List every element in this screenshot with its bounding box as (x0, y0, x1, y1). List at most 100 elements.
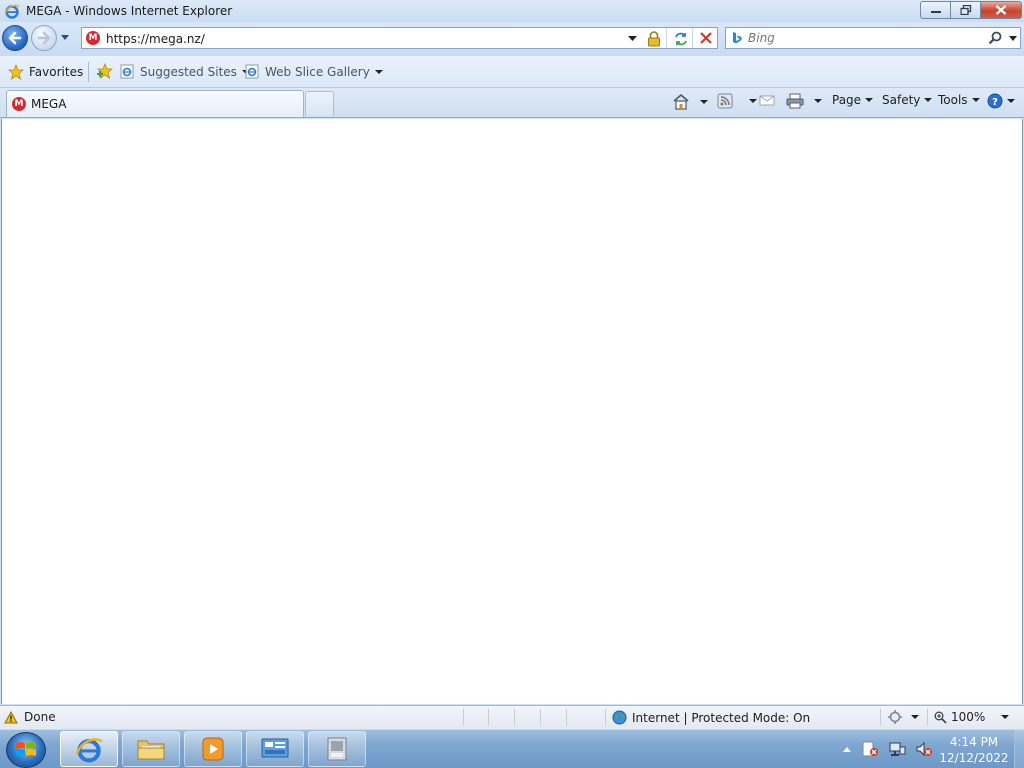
taskbar-clock[interactable]: 4:14 PM 12/12/2022 (938, 734, 1010, 766)
recent-pages-dropdown-icon[interactable] (60, 34, 70, 42)
chevron-down-icon[interactable] (700, 99, 708, 104)
restore-button[interactable] (950, 1, 980, 19)
safety-menu-label: Safety (882, 93, 921, 107)
back-button[interactable] (2, 25, 28, 51)
taskbar-windows-explorer[interactable] (122, 731, 180, 767)
search-box[interactable] (725, 27, 1021, 49)
status-pane-divider (463, 709, 464, 726)
page-menu-label: Page (832, 93, 862, 107)
tools-menu-button[interactable]: Tools (938, 93, 980, 107)
status-pane-divider (488, 709, 489, 726)
ie-logo-icon (75, 738, 103, 763)
page-content[interactable] (1, 119, 1023, 704)
new-tab-button[interactable] (305, 91, 334, 116)
popup-settings-button[interactable] (888, 710, 919, 724)
add-favorites-icon (96, 63, 114, 79)
search-input[interactable] (748, 30, 978, 46)
back-arrow-icon (8, 31, 22, 45)
security-zone[interactable]: Internet | Protected Mode: On (612, 710, 810, 725)
taskbar-control-panel[interactable] (246, 731, 304, 767)
chevron-down-icon[interactable] (1001, 715, 1010, 719)
network-icon[interactable] (888, 741, 906, 757)
status-bar: Done Internet | Protected Mode: On 100% (0, 705, 1024, 729)
forward-arrow-icon (37, 31, 51, 45)
taskbar-application[interactable] (308, 731, 366, 767)
navigation-bar: M https://mega.nz/ (0, 22, 1024, 56)
address-separator (692, 28, 693, 48)
search-icon[interactable] (988, 31, 1002, 45)
minimize-icon (930, 11, 941, 13)
restore-icon (960, 5, 971, 15)
ie-page-icon (245, 64, 259, 79)
window-controls (920, 1, 1022, 19)
favorites-label: Favorites (29, 65, 84, 79)
favorites-button[interactable]: Favorites (8, 64, 83, 80)
forward-button[interactable] (31, 25, 57, 51)
ie-page-icon (120, 64, 134, 79)
zoom-level: 100% (951, 710, 986, 724)
taskbar-media-player[interactable] (184, 731, 242, 767)
web-slice-gallery-button[interactable]: Web Slice Gallery (245, 64, 383, 79)
ie-logo-icon (4, 4, 20, 19)
action-center-icon[interactable] (861, 741, 879, 757)
page-menu-button[interactable]: Page (832, 93, 874, 107)
suggested-sites-button[interactable]: Suggested Sites (120, 64, 250, 79)
stop-icon[interactable] (699, 31, 713, 45)
read-mail-button[interactable] (759, 93, 775, 107)
zoom-control[interactable]: 100% (934, 710, 1010, 724)
print-button[interactable] (786, 93, 822, 109)
show-desktop-button[interactable] (1014, 730, 1024, 768)
application-icon (327, 737, 347, 761)
volume-muted-icon[interactable] (915, 741, 933, 757)
refresh-icon[interactable] (673, 31, 689, 47)
address-separator (666, 28, 667, 48)
close-icon (995, 5, 1007, 15)
address-bar[interactable]: M https://mega.nz/ (81, 27, 718, 49)
minimize-button[interactable] (920, 1, 950, 19)
warning-icon[interactable] (4, 710, 18, 724)
search-options-dropdown-icon[interactable] (1009, 36, 1017, 41)
chevron-down-icon (971, 98, 980, 102)
taskbar: 4:14 PM 12/12/2022 (0, 729, 1024, 768)
chevron-down-icon[interactable] (749, 99, 757, 103)
status-pane-divider (514, 709, 515, 726)
close-button[interactable] (980, 1, 1022, 19)
suggested-sites-label: Suggested Sites (140, 64, 237, 79)
home-icon (673, 93, 689, 110)
print-icon (786, 93, 804, 109)
address-dropdown-icon[interactable] (628, 36, 637, 42)
address-url[interactable]: https://mega.nz/ (106, 32, 205, 46)
zoom-icon (934, 711, 947, 724)
help-icon: ? (987, 93, 1003, 109)
folder-icon (137, 740, 165, 760)
chevron-down-icon (374, 69, 383, 74)
status-text: Done (24, 710, 56, 724)
add-to-favorites-bar-button[interactable] (96, 63, 114, 79)
chevron-down-icon (911, 715, 919, 719)
status-pane-divider (540, 709, 541, 726)
system-tray (842, 734, 933, 764)
tab-mega[interactable]: M MEGA (6, 90, 304, 117)
globe-icon (612, 710, 627, 725)
control-panel-icon (261, 738, 289, 758)
tools-menu-label: Tools (938, 93, 968, 107)
media-player-icon (202, 737, 224, 761)
chevron-down-icon (865, 98, 874, 102)
taskbar-internet-explorer[interactable] (60, 731, 118, 767)
start-button[interactable] (6, 732, 46, 768)
site-favicon-icon: M (86, 31, 100, 45)
safety-menu-button[interactable]: Safety (882, 93, 933, 107)
favorites-bar: Favorites Suggested Sites Web Slice Gall… (0, 56, 1024, 88)
rss-feed-icon (717, 93, 733, 109)
lock-icon[interactable] (647, 31, 661, 47)
tab-favicon-icon: M (12, 97, 26, 111)
home-button[interactable] (672, 93, 708, 110)
chevron-down-icon (1007, 99, 1015, 103)
help-menu-button[interactable]: ? (987, 93, 1015, 109)
web-slice-gallery-label: Web Slice Gallery (265, 64, 370, 79)
favorites-star-icon (8, 64, 24, 80)
show-hidden-icons-icon[interactable] (842, 745, 852, 753)
feeds-button[interactable] (717, 93, 757, 109)
tab-label: MEGA (31, 97, 67, 111)
chevron-down-icon[interactable] (814, 99, 822, 103)
